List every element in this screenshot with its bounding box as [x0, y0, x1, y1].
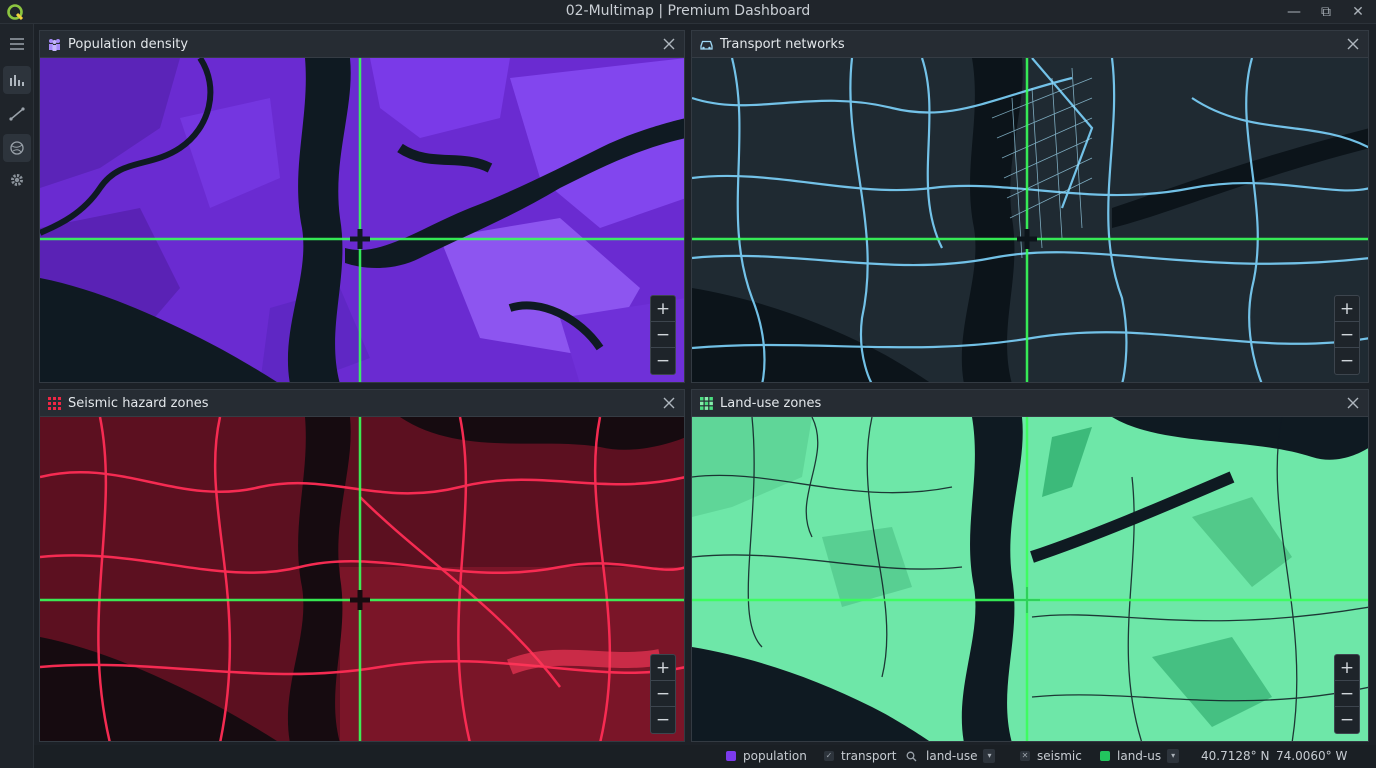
zoom-out-button[interactable]: −: [651, 322, 675, 348]
checkbox[interactable]: ✕: [1020, 751, 1030, 761]
layer-label: population: [743, 749, 807, 763]
zoom-out-button[interactable]: −: [651, 681, 675, 707]
line-tool-icon: [9, 107, 25, 121]
people-icon: [49, 39, 60, 51]
chevron-down-icon[interactable]: ▾: [1167, 749, 1180, 763]
bar-chart-icon: [10, 75, 24, 86]
map-canvas[interactable]: + − −: [692, 417, 1368, 741]
zoom-controls: + − −: [650, 295, 676, 375]
checkbox[interactable]: ✓: [824, 751, 834, 761]
zoom-out-button[interactable]: −: [1335, 707, 1359, 733]
close-panel-icon[interactable]: [1344, 35, 1362, 53]
zoom-in-button[interactable]: +: [651, 655, 675, 681]
panel-seismic-hazard-zones: Seismic hazard zones + − −: [39, 389, 685, 742]
layer-toggle-land-us[interactable]: land-us ▾: [1100, 749, 1180, 763]
window-title: 02-Multimap | Premium Dashboard: [565, 3, 811, 19]
panel-header: Seismic hazard zones: [40, 390, 684, 417]
panel-transport-networks: Transport networks + − −: [691, 30, 1369, 383]
zoom-controls: + − −: [1334, 295, 1360, 375]
chevron-down-icon[interactable]: ▾: [983, 749, 996, 763]
panel-title: Land-use zones: [720, 396, 822, 411]
zoom-out-button[interactable]: −: [1335, 348, 1359, 374]
grid-icon: [48, 397, 61, 410]
layer-label: land-us: [1117, 749, 1162, 763]
zoom-out-button[interactable]: −: [651, 348, 675, 374]
title-bar: 02-Multimap | Premium Dashboard — ⧉ ✕: [0, 0, 1376, 24]
car-icon: [700, 40, 713, 50]
close-panel-icon[interactable]: [660, 35, 678, 53]
panel-title: Population density: [68, 37, 189, 52]
zoom-out-button[interactable]: −: [1335, 322, 1359, 348]
map-canvas[interactable]: + − −: [40, 58, 684, 382]
zoom-in-button[interactable]: +: [651, 296, 675, 322]
checkbox[interactable]: [726, 751, 736, 761]
zoom-controls: + − −: [1334, 654, 1360, 734]
menu-button[interactable]: [3, 30, 31, 58]
status-bar: population ✓ transport land-use ▾ ✕ seis…: [34, 745, 1376, 768]
map-canvas[interactable]: + − −: [692, 58, 1368, 382]
settings-button[interactable]: [3, 166, 31, 194]
close-panel-icon[interactable]: [660, 394, 678, 412]
globe-icon: [10, 141, 24, 155]
panel-land-use-zones: Land-use zones + − −: [691, 389, 1369, 742]
zoom-controls: + − −: [650, 654, 676, 734]
layer-label: transport: [841, 749, 897, 763]
hamburger-icon: [10, 38, 24, 50]
layer-toggle-land-use[interactable]: land-use ▾: [906, 749, 996, 763]
layer-label: seismic: [1037, 749, 1082, 763]
layer-toggle-transport[interactable]: ✓ transport: [824, 749, 896, 763]
zoom-in-button[interactable]: +: [1335, 296, 1359, 322]
tiles-icon: [700, 397, 713, 410]
panel-population-density: Population density + − −: [39, 30, 685, 383]
minimize-button[interactable]: —: [1279, 2, 1309, 22]
gear-icon: [11, 174, 23, 186]
panel-header: Transport networks: [692, 31, 1368, 58]
close-panel-icon[interactable]: [1344, 394, 1362, 412]
search-icon: [906, 751, 917, 761]
panel-title: Transport networks: [720, 37, 845, 52]
layer-toggle-population[interactable]: population: [726, 749, 807, 763]
panel-header: Population density: [40, 31, 684, 58]
layers-button[interactable]: [3, 134, 31, 162]
latitude-readout: 40.7128° N: [1201, 749, 1270, 763]
restore-button[interactable]: ⧉: [1311, 2, 1341, 22]
charts-button[interactable]: [3, 66, 31, 94]
left-toolbar: [0, 24, 34, 768]
layer-label: land-use: [926, 749, 978, 763]
layer-toggle-seismic[interactable]: ✕ seismic: [1020, 749, 1082, 763]
panel-header: Land-use zones: [692, 390, 1368, 417]
measure-tool-button[interactable]: [3, 100, 31, 128]
map-canvas[interactable]: + − −: [40, 417, 684, 741]
zoom-out-button[interactable]: −: [1335, 681, 1359, 707]
close-window-button[interactable]: ✕: [1343, 2, 1373, 22]
longitude-readout: 74.0060° W: [1276, 749, 1348, 763]
zoom-in-button[interactable]: +: [1335, 655, 1359, 681]
zoom-out-button[interactable]: −: [651, 707, 675, 733]
checkbox[interactable]: [1100, 751, 1110, 761]
panel-title: Seismic hazard zones: [68, 396, 209, 411]
